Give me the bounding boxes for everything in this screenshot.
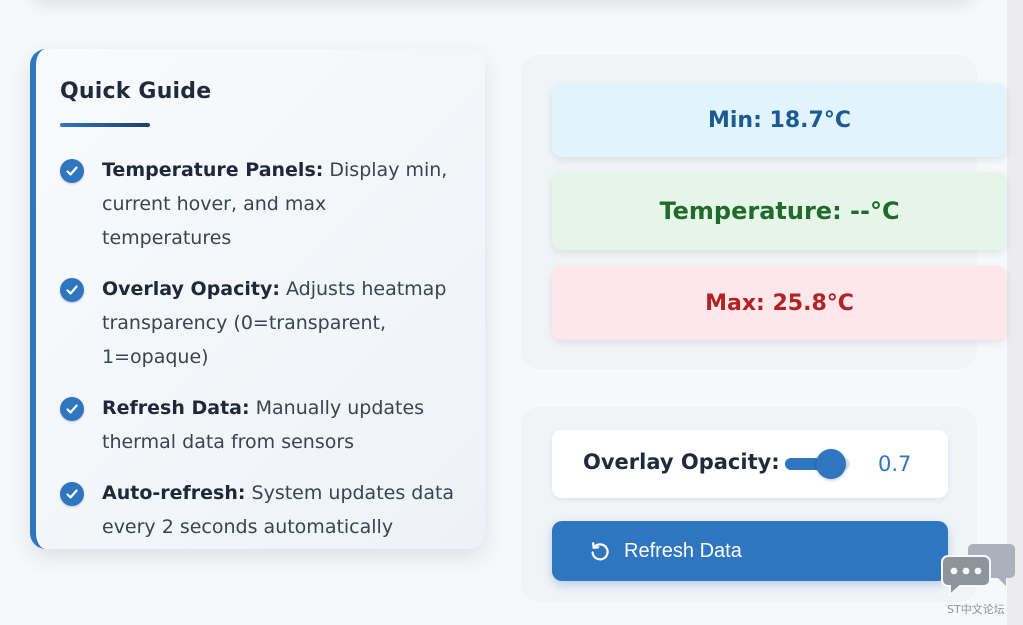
min-temperature-panel: Min: 18.7°C [552,83,1007,157]
scrollbar[interactable] [1007,0,1023,625]
guide-term: Refresh Data: [102,397,250,419]
guide-item-overlay-opacity: Overlay Opacity: Adjusts heatmap transpa… [60,272,460,374]
check-icon [60,159,84,183]
watermark-text: ST中文论坛 [947,603,1005,616]
guide-list: Temperature Panels: Display min, current… [60,153,460,561]
guide-item-auto-refresh: Auto-refresh: System updates data every … [60,476,460,544]
guide-item-text: Auto-refresh: System updates data every … [102,476,460,544]
refresh-button-label: Refresh Data [624,539,742,562]
opacity-slider[interactable] [785,449,850,479]
min-temperature-value: Min: 18.7°C [708,107,851,133]
current-temperature-value: Temperature: --°C [659,197,900,225]
quick-guide-card: Quick Guide Temperature Panels: Display … [30,49,485,549]
opacity-label: Overlay Opacity: [583,450,780,474]
chat-bubbles-icon [941,544,1015,598]
guide-item-text: Temperature Panels: Display min, current… [102,153,460,255]
title-underline [60,123,150,127]
opacity-slider-thumb[interactable] [815,449,846,479]
guide-item-refresh-data: Refresh Data: Manually updates thermal d… [60,391,460,459]
page: Quick Guide Temperature Panels: Display … [0,0,1023,625]
guide-item-text: Refresh Data: Manually updates thermal d… [102,391,460,459]
check-icon [60,397,84,421]
forum-watermark: ST中文论坛 [940,540,1020,622]
opacity-control: Overlay Opacity: 0.7 [552,430,948,498]
guide-term: Temperature Panels: [102,159,324,181]
guide-title: Quick Guide [60,79,212,104]
refresh-data-button[interactable]: Refresh Data [552,521,948,581]
max-temperature-panel: Max: 25.8°C [552,266,1007,340]
opacity-value: 0.7 [878,452,912,476]
max-temperature-value: Max: 25.8°C [705,290,854,316]
guide-item-text: Overlay Opacity: Adjusts heatmap transpa… [102,272,460,374]
guide-term: Overlay Opacity: [102,278,280,300]
current-temperature-panel: Temperature: --°C [552,172,1007,250]
check-icon [60,278,84,302]
check-icon [60,482,84,506]
guide-item-temperature-panels: Temperature Panels: Display min, current… [60,153,460,255]
refresh-icon [588,539,612,563]
guide-term: Auto-refresh: [102,482,246,504]
